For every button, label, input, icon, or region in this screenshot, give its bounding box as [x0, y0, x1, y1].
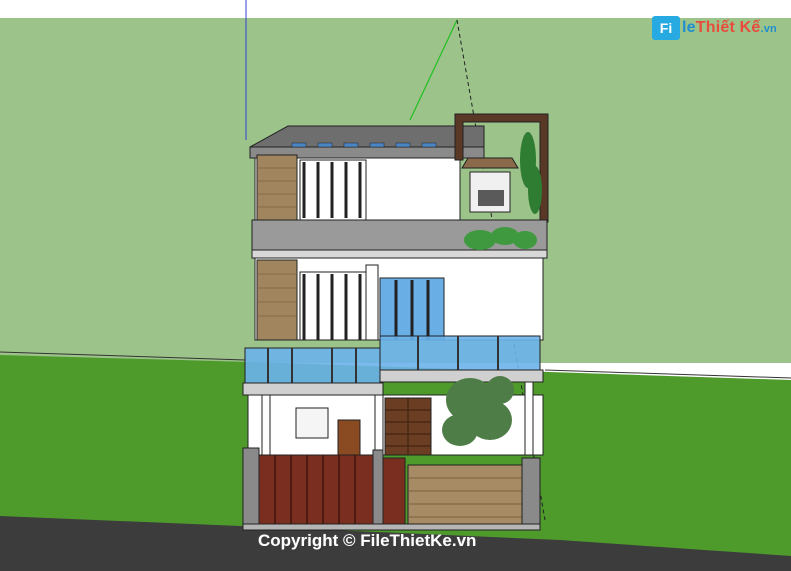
pergola-canopy	[461, 157, 519, 169]
3d-model-view[interactable]	[0, 0, 791, 571]
fence-pillar-right	[521, 457, 541, 531]
logo-text: leThiết Kế.vn	[682, 19, 777, 37]
balcony-slab	[242, 382, 384, 396]
copyright-watermark: Copyright © FileThietKe.vn	[258, 531, 477, 550]
courtyard-tree	[442, 376, 514, 446]
middle-column	[365, 264, 379, 341]
top-ledge-face	[251, 249, 548, 259]
stone-column-middle	[256, 259, 298, 341]
fence-pillar-middle	[372, 449, 384, 529]
ground-door-small	[337, 419, 361, 456]
stone-fence-panel	[407, 464, 523, 528]
ground-window	[295, 407, 329, 439]
logo-suffix: .vn	[760, 23, 777, 35]
pergola-cushion	[478, 190, 504, 206]
fence-pillar-left	[242, 447, 260, 527]
filethietke-logo: Fi leThiết Kế.vn	[652, 15, 777, 41]
sketchup-viewport[interactable]: Fi leThiết Kế.vn Copyright © FileThietKe…	[0, 0, 791, 571]
glass-balcony-right	[379, 335, 541, 373]
entrance-gate	[382, 457, 406, 527]
glass-balcony-left	[244, 347, 381, 387]
logo-brand-b: Thiết Kế	[695, 19, 761, 36]
fence-base	[242, 523, 541, 531]
logo-brand-a: le	[682, 19, 696, 36]
stone-column-top	[256, 154, 298, 221]
sliding-gate	[258, 454, 374, 526]
logo-mark-icon: Fi	[652, 16, 680, 40]
